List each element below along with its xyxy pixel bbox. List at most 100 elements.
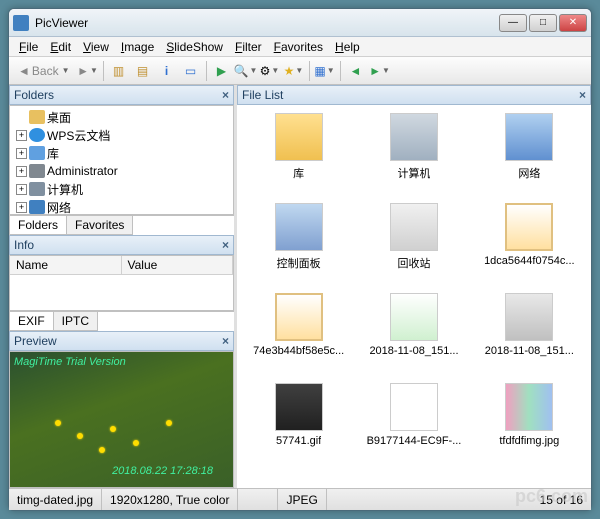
tab-exif[interactable]: EXIF <box>9 312 54 331</box>
menubar: File Edit View Image SlideShow Filter Fa… <box>9 37 591 57</box>
menu-slideshow[interactable]: SlideShow <box>160 38 229 56</box>
file-label: 2018-11-08_151... <box>369 345 458 357</box>
tree-item-network[interactable]: + 网络 <box>12 198 231 215</box>
dropdown-icon: ▼ <box>90 66 98 75</box>
minimize-button[interactable]: — <box>499 14 527 32</box>
preview-header: Preview × <box>9 331 234 351</box>
file-label: tfdfdfimg.jpg <box>499 435 559 447</box>
tool-button-2[interactable]: ▤ <box>132 60 154 82</box>
file-thumb-icon <box>390 293 438 341</box>
folder-tree[interactable]: 桌面 +WPS云文档 +库 +Administrator +计算机 + 网络 <box>9 105 234 215</box>
file-item[interactable]: 计算机 <box>360 113 467 199</box>
tree-item-wps[interactable]: +WPS云文档 <box>12 126 231 144</box>
tool-button-fav[interactable]: ★▼ <box>283 60 305 82</box>
folders-title: Folders <box>14 88 54 102</box>
slide-icon: ▶ <box>217 64 226 78</box>
filelist-header: File List × <box>237 85 591 105</box>
file-item[interactable]: 74e3b44bf58e5c... <box>245 293 352 379</box>
tree-item-admin[interactable]: +Administrator <box>12 162 231 180</box>
file-thumb-icon <box>275 293 323 341</box>
menu-file[interactable]: File <box>13 38 44 56</box>
content-area: Folders × 桌面 +WPS云文档 +库 +Administrator +… <box>9 85 591 488</box>
info-columns: Name Value <box>10 256 233 275</box>
close-pane-icon[interactable]: × <box>222 88 229 102</box>
tree-label: 桌面 <box>47 109 71 126</box>
file-thumb-icon <box>275 203 323 251</box>
tree-item-desktop[interactable]: 桌面 <box>12 108 231 126</box>
file-thumb-icon <box>505 383 553 431</box>
tab-favorites[interactable]: Favorites <box>66 216 133 235</box>
file-item[interactable]: 57741.gif <box>245 383 352 469</box>
file-item[interactable]: B9177144-EC9F-... <box>360 383 467 469</box>
window-controls: — □ ✕ <box>499 14 587 32</box>
menu-view[interactable]: View <box>77 38 115 56</box>
menu-edit[interactable]: Edit <box>44 38 77 56</box>
app-icon <box>13 15 29 31</box>
tab-iptc[interactable]: IPTC <box>53 312 98 331</box>
dropdown-icon: ▼ <box>271 66 279 75</box>
folder-tabs: Folders Favorites <box>9 215 234 235</box>
menu-help[interactable]: Help <box>329 38 366 56</box>
panel-icon: ▤ <box>137 64 148 78</box>
maximize-button[interactable]: □ <box>529 14 557 32</box>
expand-icon[interactable]: + <box>16 184 27 195</box>
tool-button-1[interactable]: ▥ <box>108 60 130 82</box>
back-button[interactable]: ◄ Back ▼ <box>13 60 75 82</box>
file-list[interactable]: 库 计算机 网络控制面板回收站1dca5644f0754c... 74e3b44bf5… <box>237 105 591 488</box>
file-item[interactable]: 控制面板 <box>245 203 352 289</box>
status-filename: timg-dated.jpg <box>9 489 102 510</box>
forward-button[interactable]: ►▼ <box>77 60 99 82</box>
file-item[interactable]: 库 <box>245 113 352 199</box>
status-format: JPEG <box>278 489 326 510</box>
user-icon <box>29 164 45 178</box>
app-window: PicViewer — □ ✕ File Edit View Image Sli… <box>8 8 592 511</box>
file-item[interactable]: tfdfdfimg.jpg <box>476 383 583 469</box>
col-value[interactable]: Value <box>122 256 234 274</box>
file-item[interactable]: 网络 <box>476 113 583 199</box>
tool-button-fullscreen[interactable]: ▭ <box>180 60 202 82</box>
separator <box>103 61 104 81</box>
tool-button-gear[interactable]: ⚙▼ <box>259 60 281 82</box>
menu-filter[interactable]: Filter <box>229 38 268 56</box>
tree-item-lib[interactable]: +库 <box>12 144 231 162</box>
expand-icon[interactable]: + <box>16 148 27 159</box>
file-item[interactable]: 2018-11-08_151... <box>360 293 467 379</box>
tool-button-prev[interactable]: ◄ <box>345 60 367 82</box>
expand-icon[interactable]: + <box>16 166 27 177</box>
tree-item-computer[interactable]: +计算机 <box>12 180 231 198</box>
expand-icon[interactable]: + <box>16 202 27 213</box>
close-pane-icon[interactable]: × <box>222 238 229 252</box>
file-label: 计算机 <box>397 165 430 181</box>
tab-folders[interactable]: Folders <box>9 216 67 235</box>
titlebar[interactable]: PicViewer — □ ✕ <box>9 9 591 37</box>
file-item[interactable]: 回收站 <box>360 203 467 289</box>
preview-panel[interactable]: MagiTime Trial Version 2018.08.22 17:28:… <box>9 351 234 488</box>
close-button[interactable]: ✕ <box>559 14 587 32</box>
close-pane-icon[interactable]: × <box>579 88 586 102</box>
menu-favorites[interactable]: Favorites <box>268 38 329 56</box>
tool-button-slide[interactable]: ▶ <box>211 60 233 82</box>
file-thumb-icon <box>390 113 438 161</box>
file-label: 库 <box>293 165 304 181</box>
tool-button-view[interactable]: ▦▼ <box>314 60 336 82</box>
right-pane: File List × 库 计算机 网络控制面板回收站1dca5644f0754c.… <box>237 85 591 488</box>
tool-button-info[interactable]: i <box>156 60 178 82</box>
dropdown-icon: ▼ <box>250 66 258 75</box>
menu-image[interactable]: Image <box>115 38 160 56</box>
dropdown-icon: ▼ <box>62 66 70 75</box>
close-pane-icon[interactable]: × <box>222 334 229 348</box>
expand-icon[interactable]: + <box>16 130 27 141</box>
file-item[interactable]: 2018-11-08_151... <box>476 293 583 379</box>
file-item[interactable]: 1dca5644f0754c... <box>476 203 583 289</box>
file-thumb-icon <box>505 203 553 251</box>
separator <box>340 61 341 81</box>
tree-label: 网络 <box>47 199 71 216</box>
network-icon <box>29 200 45 214</box>
info-header: Info × <box>9 235 234 255</box>
tool-button-next[interactable]: ►▼ <box>369 60 391 82</box>
col-name[interactable]: Name <box>10 256 122 274</box>
file-thumb-icon <box>390 383 438 431</box>
tool-button-zoom[interactable]: 🔍▼ <box>235 60 257 82</box>
preview-image: MagiTime Trial Version 2018.08.22 17:28:… <box>10 352 233 487</box>
info-icon: i <box>165 64 168 78</box>
